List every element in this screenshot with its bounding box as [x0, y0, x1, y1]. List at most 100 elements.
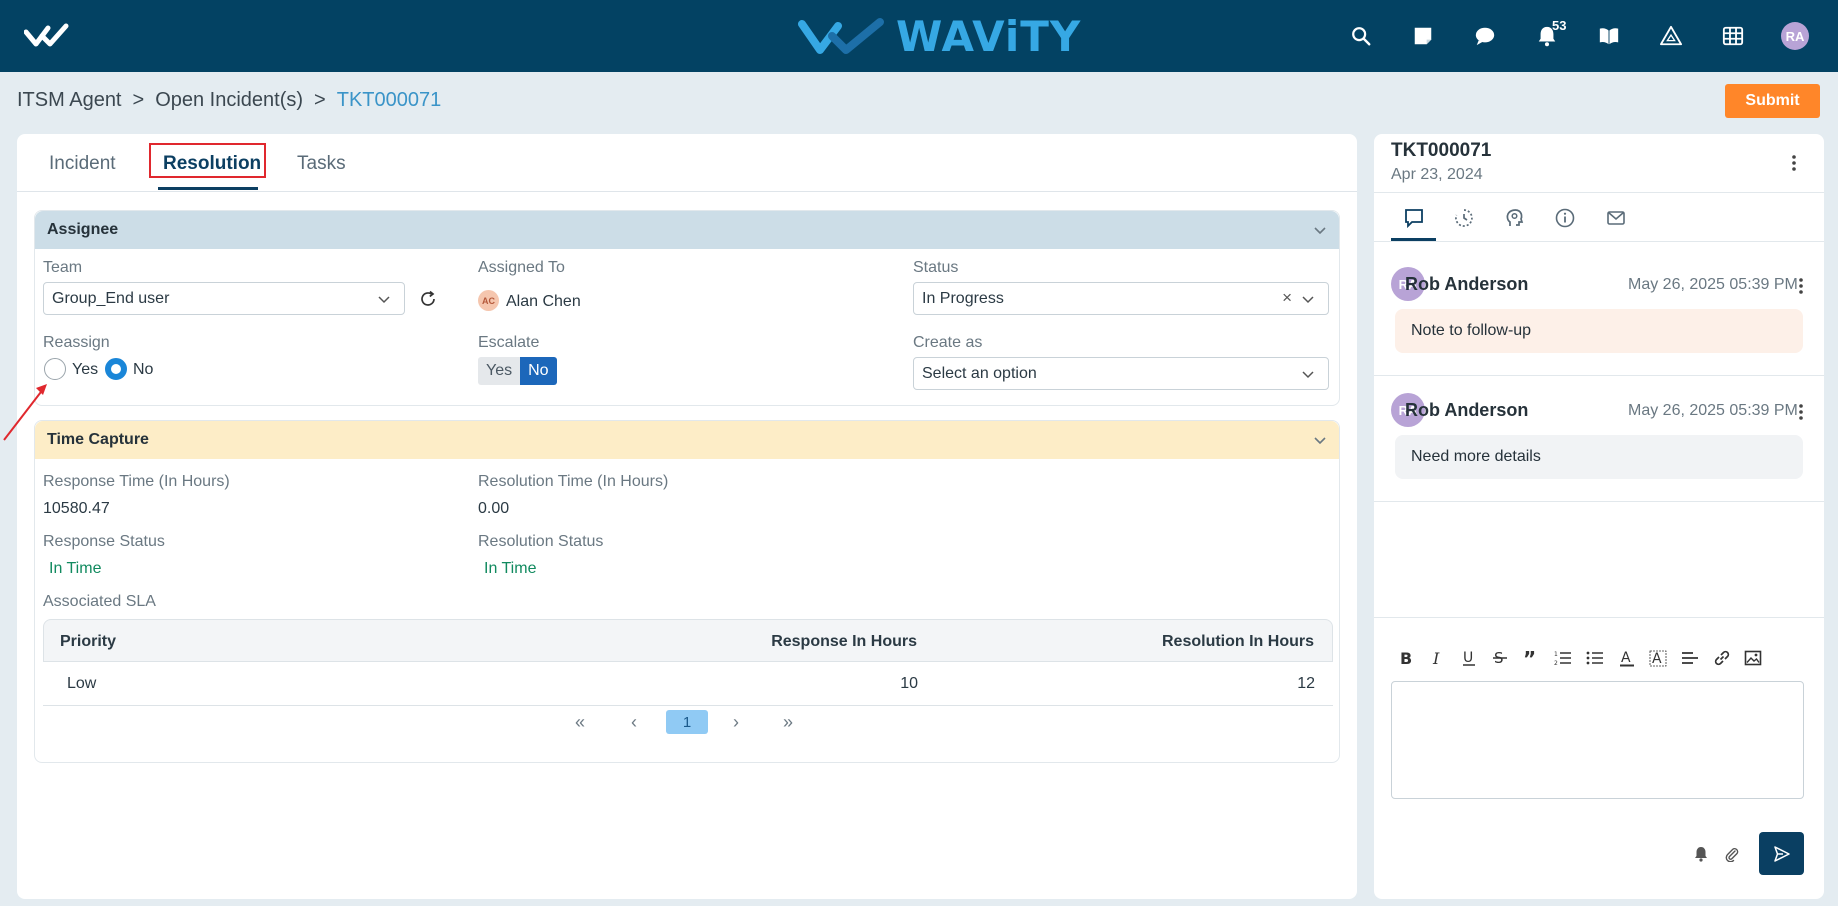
escalate-toggle: Yes No	[478, 357, 557, 385]
comment-icon[interactable]	[1403, 207, 1425, 229]
brand-logo: WAViTY	[798, 11, 1082, 61]
tab-tasks[interactable]: Tasks	[297, 153, 346, 175]
user-avatar[interactable]: RA	[1764, 0, 1826, 72]
col-response-hours[interactable]: Response In Hours	[771, 633, 917, 651]
notification-count: 53	[1552, 18, 1567, 33]
assignee-title: Assignee	[47, 221, 119, 238]
breadcrumb-itsm-agent[interactable]: ITSM Agent	[17, 89, 122, 112]
escalate-no-option[interactable]: No	[520, 357, 557, 385]
tab-incident[interactable]: Incident	[49, 153, 116, 175]
response-hours-cell: 10	[900, 675, 918, 692]
bell-icon[interactable]: 53	[1516, 0, 1578, 72]
breadcrumb-ticket: TKT000071	[336, 89, 442, 111]
grid-icon[interactable]	[1702, 0, 1764, 72]
first-page-button[interactable]: «	[575, 712, 585, 733]
svg-text:A: A	[1652, 651, 1662, 667]
italic-icon[interactable]: I	[1428, 649, 1446, 667]
comment-author: Rob Anderson	[1405, 274, 1529, 294]
assignee-header[interactable]: Assignee	[35, 211, 1339, 249]
svg-text:B: B	[1400, 649, 1412, 667]
comment-divider	[1374, 501, 1824, 502]
support-icon[interactable]	[1504, 207, 1526, 229]
assigned-to-label: Assigned To	[478, 259, 565, 276]
text-color-icon[interactable]: A	[1618, 649, 1636, 667]
chat-icon[interactable]	[1454, 0, 1516, 72]
breadcrumb-separator: >	[314, 89, 326, 111]
app-logo-icon[interactable]	[24, 22, 72, 50]
priority-cell: Low	[67, 675, 97, 692]
notify-bell-icon[interactable]	[1693, 846, 1709, 862]
link-icon[interactable]	[1713, 649, 1731, 667]
strikethrough-icon[interactable]: S	[1491, 649, 1509, 667]
chevron-down-icon[interactable]	[1313, 223, 1327, 237]
more-options-icon[interactable]	[1791, 154, 1797, 172]
next-page-button[interactable]: ›	[733, 712, 739, 733]
current-page-button[interactable]: 1	[666, 710, 708, 734]
mail-icon[interactable]	[1605, 207, 1627, 229]
send-button[interactable]	[1759, 832, 1804, 875]
col-priority[interactable]: Priority	[60, 633, 116, 651]
info-icon[interactable]	[1554, 207, 1576, 229]
prev-page-button[interactable]: ‹	[631, 712, 637, 733]
ordered-list-icon[interactable]: 12	[1554, 649, 1572, 667]
table-row: Low 10 12	[43, 662, 1333, 706]
svg-text:A: A	[1621, 650, 1631, 666]
response-status-value: In Time	[49, 560, 102, 577]
underline-icon[interactable]: U	[1460, 649, 1478, 667]
reassign-yes-label: Yes	[72, 361, 99, 378]
activity-tabs	[1374, 192, 1824, 242]
note-icon[interactable]	[1392, 0, 1454, 72]
search-icon[interactable]	[1330, 0, 1392, 72]
comment-editor[interactable]	[1391, 681, 1804, 799]
brand-name: WAViTY	[896, 11, 1082, 61]
svg-text:1: 1	[1554, 651, 1558, 658]
comment-more-icon[interactable]	[1798, 403, 1804, 421]
assigned-to-name: Alan Chen	[506, 293, 581, 310]
sla-table-header: Priority Response In Hours Resolution In…	[43, 619, 1333, 662]
team-value: Group_End user	[52, 289, 170, 307]
image-icon[interactable]	[1744, 649, 1762, 667]
col-resolution-hours[interactable]: Resolution In Hours	[1162, 633, 1314, 651]
quote-icon[interactable]: ”	[1522, 649, 1540, 667]
comment-bubble: Need more details	[1395, 435, 1803, 479]
align-icon[interactable]	[1681, 649, 1699, 667]
last-page-button[interactable]: »	[783, 712, 793, 733]
create-as-select[interactable]: Select an option	[913, 357, 1329, 390]
clear-icon[interactable]: ×	[1282, 288, 1292, 308]
status-select[interactable]: In Progress ×	[913, 282, 1329, 315]
comment-text: Note to follow-up	[1411, 322, 1532, 339]
escalate-yes-option[interactable]: Yes	[478, 357, 521, 385]
svg-text:2: 2	[1554, 660, 1558, 667]
reassign-no-radio[interactable]	[105, 358, 127, 380]
breadcrumb-separator: >	[132, 89, 145, 111]
chevron-down-icon	[1302, 296, 1314, 304]
team-select[interactable]: Group_End user	[43, 282, 405, 315]
chevron-down-icon	[1302, 371, 1314, 379]
submit-button[interactable]: Submit	[1725, 84, 1820, 118]
resolution-status-label: Resolution Status	[478, 533, 604, 550]
incident-detail-card: Incident Resolution Tasks Assignee Team …	[17, 134, 1357, 899]
associated-sla-label: Associated SLA	[43, 593, 156, 610]
bullet-list-icon[interactable]	[1586, 649, 1604, 667]
highlight-icon[interactable]: A	[1649, 649, 1667, 667]
time-capture-title: Time Capture	[47, 431, 149, 448]
comment-time: May 26, 2025 05:39 PM	[1628, 276, 1798, 293]
active-tab-underline	[158, 187, 258, 190]
sla-table: Priority Response In Hours Resolution In…	[43, 619, 1333, 706]
side-ticket-id: TKT000071	[1391, 140, 1492, 161]
attachment-icon[interactable]	[1724, 846, 1740, 862]
refresh-icon[interactable]	[419, 290, 437, 308]
tab-resolution[interactable]: Resolution	[163, 153, 261, 175]
history-icon[interactable]	[1453, 207, 1475, 229]
warning-icon[interactable]	[1640, 0, 1702, 72]
assignee-avatar: AC	[478, 290, 499, 311]
detail-tabs: Incident Resolution Tasks	[17, 134, 1357, 192]
chevron-down-icon[interactable]	[1313, 433, 1327, 447]
user-initials: RA	[1781, 22, 1809, 50]
send-icon	[1773, 845, 1790, 862]
time-capture-header[interactable]: Time Capture	[35, 421, 1339, 459]
bold-icon[interactable]: B	[1397, 649, 1415, 667]
comment-more-icon[interactable]	[1798, 277, 1804, 295]
book-icon[interactable]	[1578, 0, 1640, 72]
breadcrumb-open-incidents[interactable]: Open Incident(s)	[155, 89, 303, 112]
